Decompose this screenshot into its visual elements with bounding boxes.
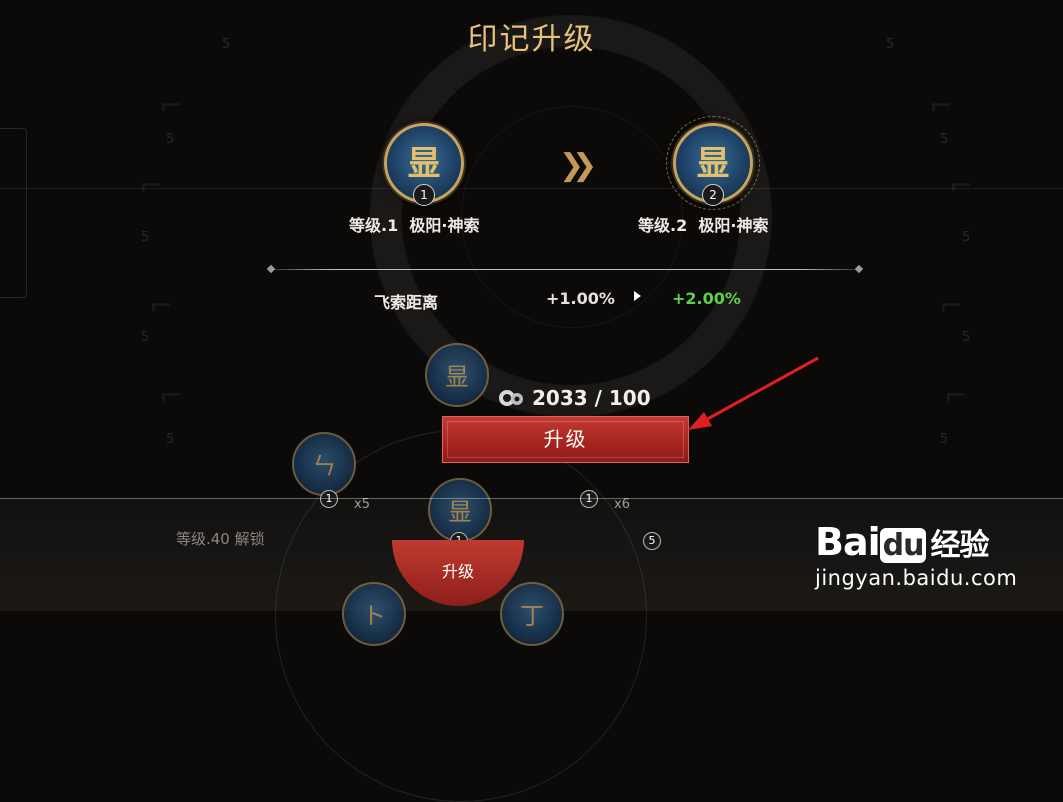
faint-level-number: 5 <box>940 432 949 447</box>
current-mark-medal: 㫫 1 <box>384 123 464 206</box>
unlock-level-text: 等级.40 解锁 <box>176 530 265 548</box>
background-mark-slot[interactable]: ト <box>342 582 406 646</box>
upgrade-button[interactable]: 升级 <box>442 416 689 463</box>
faint-mark: ⌐ <box>949 169 973 202</box>
current-level-text: 等级.1 <box>349 216 399 235</box>
current-mark-label: 等级.1 极阳·神索 <box>349 212 479 236</box>
stat-name: 飞索距离 <box>374 293 439 312</box>
faint-mark: ⌐ <box>159 379 183 412</box>
mark-glyph-icon: ト <box>362 602 386 630</box>
slot-level-badge: 1 <box>580 490 598 508</box>
current-mark-name: 极阳·神索 <box>409 216 480 235</box>
next-mark-name: 极阳·神索 <box>698 216 769 235</box>
faint-mark: ⌐ <box>149 289 173 322</box>
bottom-separator <box>0 498 1063 499</box>
baidu-jingyan-watermark: Bai du 经验 jingyan.baidu.com <box>815 520 1035 590</box>
next-mark-label: 等级.2 极阳·神索 <box>638 212 768 236</box>
mark-glyph-icon: 㫫 <box>407 144 441 184</box>
slot-count: x6 <box>614 497 630 512</box>
faint-level-number: 5 <box>141 330 150 345</box>
next-mark-medal: 㫫 2 <box>666 116 760 210</box>
slot-level-badge: 1 <box>320 490 338 508</box>
watermark-logo-cn: 经验 <box>930 528 989 563</box>
watermark-url: jingyan.baidu.com <box>815 566 1018 590</box>
mark-glyph-icon: 丁 <box>520 602 544 630</box>
background-mark-slot[interactable]: 㫫 <box>425 343 489 407</box>
next-level-text: 等级.2 <box>638 216 688 235</box>
annotation-arrow-icon <box>688 356 819 430</box>
faint-mark: ⌐ <box>139 169 163 202</box>
mark-glyph-icon: 㫫 <box>445 363 469 391</box>
faint-mark: ⌐ <box>939 289 963 322</box>
next-level-badge: 2 <box>702 184 724 206</box>
faint-level-number: 5 <box>962 330 971 345</box>
faint-mark: ⌐ <box>929 89 953 122</box>
stat-new-value: +2.00% <box>672 289 741 308</box>
mark-glyph-icon: ㄣ <box>312 452 336 480</box>
background-mark-slot[interactable]: ㄣ <box>292 432 356 496</box>
faint-level-number: 5 <box>141 230 150 245</box>
faint-level-number: 5 <box>940 132 949 147</box>
faint-mark: ⌐ <box>944 379 968 412</box>
faint-level-number: 5 <box>166 132 175 147</box>
left-side-frame <box>0 128 27 298</box>
dialog-title: 印记升级 <box>467 22 596 57</box>
watermark-logo: Bai du 经验 <box>815 520 1035 564</box>
stat-divider <box>272 269 858 270</box>
mark-glyph-icon: 㫫 <box>696 144 730 184</box>
upgrade-cost: 2033 / 100 <box>498 386 651 410</box>
double-chevron-right-icon: ❯❯ <box>559 148 597 183</box>
faint-mark: ⌐ <box>159 89 183 122</box>
faint-level-number: 5 <box>166 432 175 447</box>
cost-amount: 2033 / 100 <box>532 386 651 410</box>
stat-old-value: +1.00% <box>546 289 615 308</box>
watermark-logo-bai: Bai <box>815 520 881 564</box>
play-triangle-icon <box>634 291 641 301</box>
current-level-badge: 1 <box>413 184 435 206</box>
background-mark-slot[interactable]: 丁 <box>500 582 564 646</box>
watermark-logo-du: du <box>879 528 927 563</box>
currency-swirl-icon <box>499 390 523 406</box>
slot-level-badge: 5 <box>643 532 661 550</box>
slot-count: x5 <box>354 497 370 512</box>
faint-level-number: 5 <box>962 230 971 245</box>
